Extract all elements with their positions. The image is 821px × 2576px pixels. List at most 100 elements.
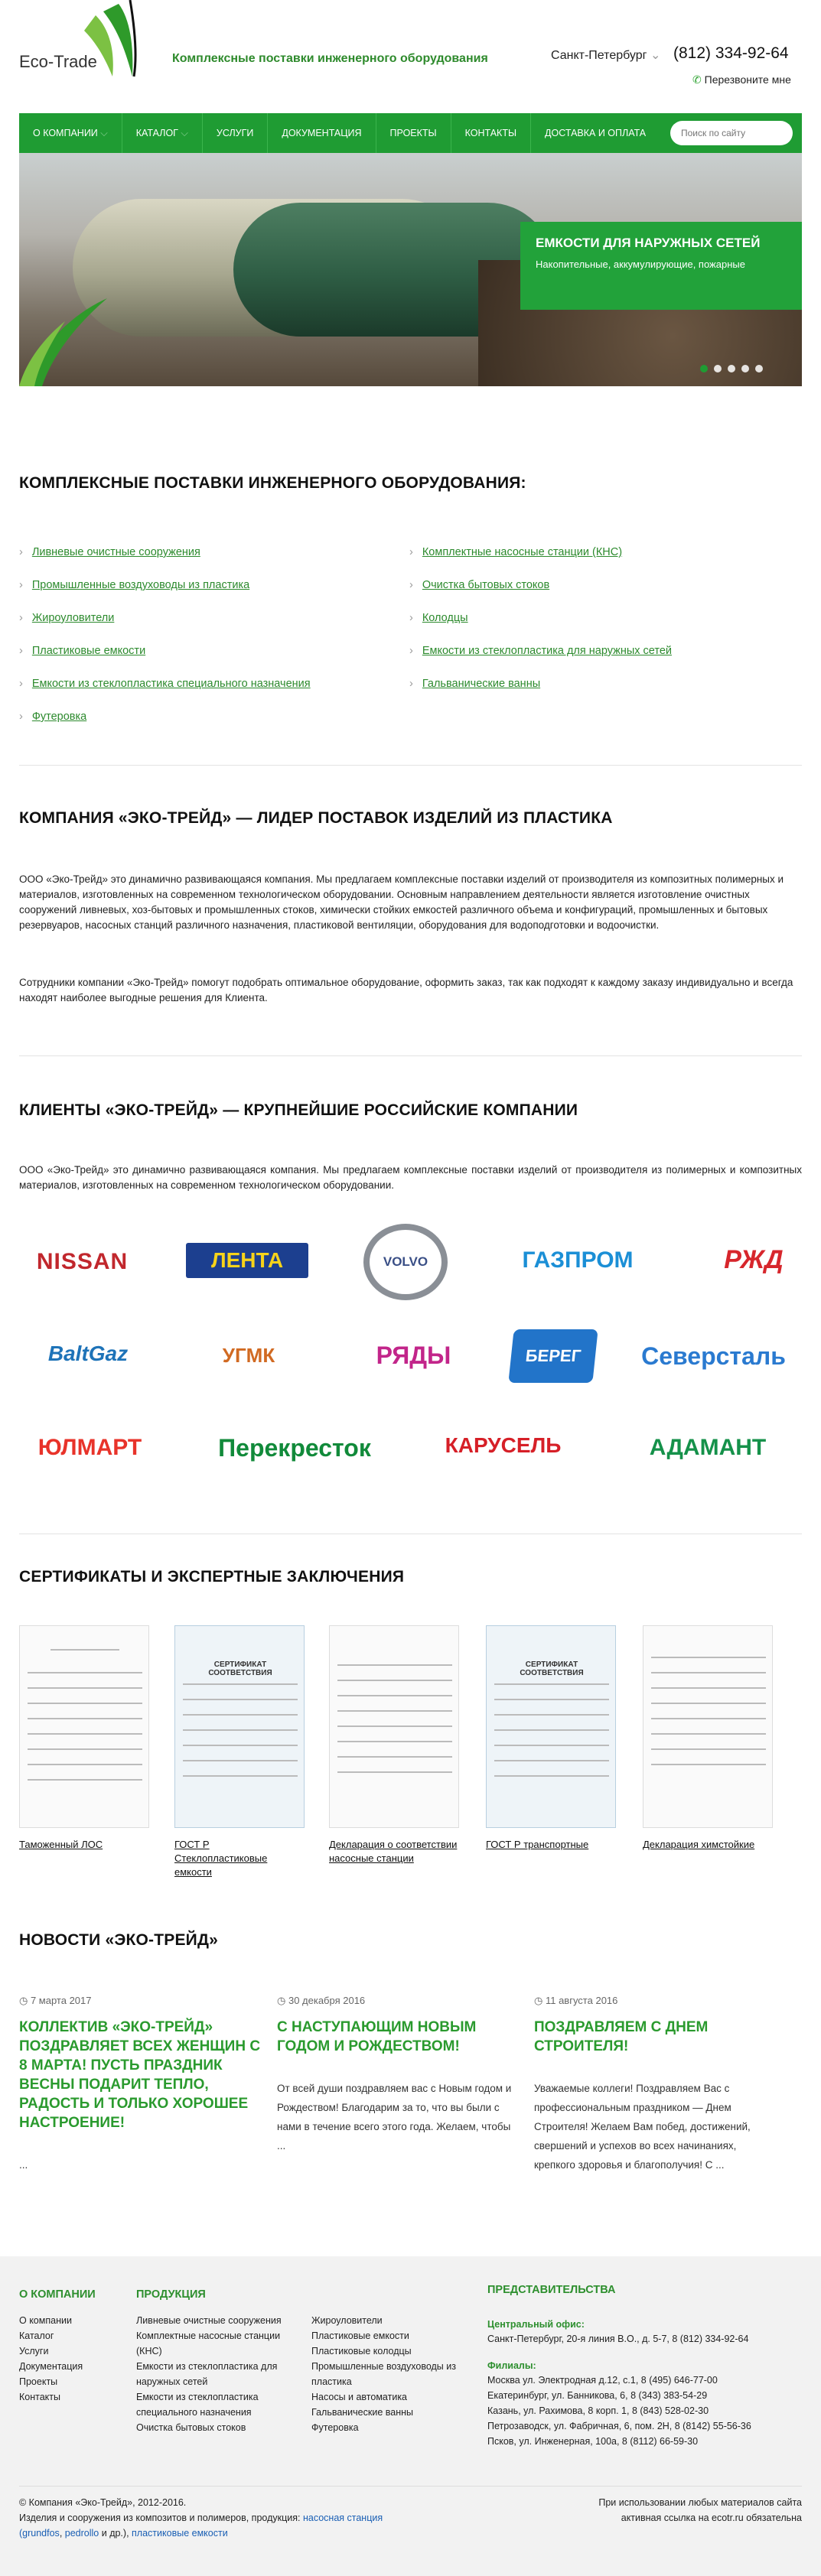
list-item[interactable]: Очистка бытовых стоков <box>409 580 672 613</box>
client-logo-lenta: ЛЕНТА <box>186 1243 308 1278</box>
footer-heading: ПРЕДСТАВИТЕЛЬСТВА <box>487 2284 616 2296</box>
footer-links-products-2: Жироуловители Пластиковые емкости Пласти… <box>311 2313 464 2435</box>
site-tagline: Комплексные поставки инженерного оборудо… <box>172 52 488 65</box>
footer-link[interactable]: (grundfos <box>19 2528 60 2539</box>
site-footer: О КОМПАНИИ О компании Каталог Услуги Док… <box>0 2256 821 2576</box>
certificate-image[interactable] <box>643 1625 773 1828</box>
hero-caption[interactable]: ЕМКОСТИ ДЛЯ НАРУЖНЫХ СЕТЕЙ Накопительные… <box>520 222 802 310</box>
nav-item-services[interactable]: УСЛУГИ <box>203 128 267 138</box>
certificate-link[interactable]: Декларация химстойкие <box>643 1838 773 1852</box>
list-item[interactable]: Колодцы <box>409 613 672 646</box>
certificate-image[interactable]: СЕРТИФИКАТ СООТВЕТСТВИЯ <box>486 1625 616 1828</box>
client-logo-adamant: АДАМАНТ <box>649 1435 767 1460</box>
list-item[interactable]: Жироуловители <box>19 613 311 646</box>
about-paragraph: Сотрудники компании «Эко-Трейд» помогут … <box>19 977 793 1003</box>
footer-heading: О КОМПАНИИ <box>19 2288 96 2301</box>
certs-heading: СЕРТИФИКАТЫ И ЭКСПЕРТНЫЕ ЗАКЛЮЧЕНИЯ <box>19 1568 405 1586</box>
client-logo-bereg: БЕРЕГ <box>508 1329 598 1383</box>
news-title[interactable]: С НАСТУПАЮЩИМ НОВЫМ ГОДОМ И РОЖДЕСТВОМ! <box>277 2018 522 2056</box>
footer-link[interactable]: Емкости из стеклопластика для наружных с… <box>136 2359 285 2389</box>
copyright: © Компания «Эко-Трейд», 2012-2016. <box>19 2497 187 2508</box>
header-phone[interactable]: (812) 334-92-64 <box>673 44 789 63</box>
footer-link[interactable]: Ливневые очистные сооружения <box>136 2313 285 2328</box>
nav-item-delivery[interactable]: ДОСТАВКА И ОПЛАТА <box>531 128 660 138</box>
list-item[interactable]: Пластиковые емкости <box>19 646 311 678</box>
news-date: ◷ 30 декабря 2016 <box>277 1995 366 2006</box>
footer-link[interactable]: Промышленные воздуховоды из пластика <box>311 2359 464 2389</box>
grass-decoration <box>19 298 107 386</box>
slider-dot[interactable] <box>741 365 749 372</box>
list-item[interactable]: Емкости из стеклопластика для наружных с… <box>409 646 672 678</box>
footer-link[interactable]: Каталог <box>19 2328 83 2343</box>
chevron-down-icon: ⌄ <box>650 49 661 62</box>
phone-icon: ✆ <box>692 73 702 86</box>
certificate-link[interactable]: Таможенный ЛОС <box>19 1838 149 1852</box>
footer-link[interactable]: насосная станция <box>303 2513 383 2523</box>
footer-link[interactable]: Пластиковые емкости <box>311 2328 464 2343</box>
logo-text: Eco-Trade <box>19 52 97 71</box>
footer-links-company: О компании Каталог Услуги Документация П… <box>19 2313 83 2405</box>
head-office-address: Санкт-Петербург, 20-я линия В.О., д. 5-7… <box>487 2334 749 2344</box>
footer-links-products: Ливневые очистные сооружения Комплектные… <box>136 2313 285 2435</box>
about-heading: КОМПАНИЯ «ЭКО-ТРЕЙД» — ЛИДЕР ПОСТАВОК ИЗ… <box>19 809 613 827</box>
footer-heading: ПРОДУКЦИЯ <box>136 2288 206 2301</box>
footer-link[interactable]: Документация <box>19 2359 83 2374</box>
footer-link[interactable]: Проекты <box>19 2374 83 2389</box>
list-item[interactable]: Ливневые очистные сооружения <box>19 547 311 580</box>
supply-list-right: Комплектные насосные станции (КНС) Очист… <box>409 547 672 711</box>
news-excerpt: Уважаемые коллеги! Поздравляем Вас с про… <box>534 2083 751 2171</box>
list-item[interactable]: Емкости из стеклопластика специального н… <box>19 678 311 711</box>
list-item[interactable]: Комплектные насосные станции (КНС) <box>409 547 672 580</box>
footer-link[interactable]: Футеровка <box>311 2420 464 2435</box>
search-input[interactable] <box>670 121 793 145</box>
footer-link[interactable]: pedrollo <box>65 2528 99 2539</box>
client-logo-severstal: Северсталь <box>641 1342 786 1370</box>
list-item[interactable]: Промышленные воздуховоды из пластика <box>19 580 311 613</box>
slider-dot[interactable] <box>700 365 708 372</box>
news-item: ◷ 11 августа 2016 ПОЗДРАВЛЯЕМ С ДНЕМ СТР… <box>534 1995 779 2174</box>
news-title[interactable]: КОЛЛЕКТИВ «ЭКО-ТРЕЙД» ПОЗДРАВЛЯЕТ ВСЕХ Ж… <box>19 2018 264 2132</box>
footer-link[interactable]: Контакты <box>19 2389 83 2405</box>
news-date: ◷ 11 августа 2016 <box>534 1995 618 2006</box>
nav-item-contacts[interactable]: КОНТАКТЫ <box>451 128 530 138</box>
news-heading: НОВОСТИ «ЭКО-ТРЕЙД» <box>19 1931 219 1949</box>
slider-dot[interactable] <box>728 365 735 372</box>
footer-link[interactable]: Услуги <box>19 2343 83 2359</box>
slider-dot[interactable] <box>714 365 722 372</box>
certificate-link[interactable]: Декларация о соответствии насосные станц… <box>329 1838 463 1865</box>
callback-link[interactable]: ✆ Перезвоните мне <box>692 73 791 86</box>
nav-item-projects[interactable]: ПРОЕКТЫ <box>376 128 451 138</box>
footer-link[interactable]: Гальванические ванны <box>311 2405 464 2420</box>
footer-link[interactable]: О компании <box>19 2313 83 2328</box>
certificate-image[interactable] <box>19 1625 149 1828</box>
footer-link[interactable]: Насосы и автоматика <box>311 2389 464 2405</box>
certificate-link[interactable]: ГОСТ Р Стеклопластиковые емкости <box>174 1838 305 1879</box>
client-logo-ryady: РЯДЫ <box>376 1342 451 1369</box>
list-item[interactable]: Гальванические ванны <box>409 678 672 711</box>
nav-item-catalog[interactable]: КАТАЛОГ ⌵ <box>122 128 202 139</box>
footer-link[interactable]: Жироуловители <box>311 2313 464 2328</box>
footer-link[interactable]: Очистка бытовых стоков <box>136 2420 285 2435</box>
supply-list-left: Ливневые очистные сооружения Промышленны… <box>19 547 311 744</box>
footer-link[interactable]: Комплектные насосные станции (КНС) <box>136 2328 285 2359</box>
hero-slider[interactable]: ЕМКОСТИ ДЛЯ НАРУЖНЫХ СЕТЕЙ Накопительные… <box>19 153 802 386</box>
footer-link[interactable]: Емкости из стеклопластика специального н… <box>136 2389 285 2420</box>
copy-notice: При использовании любых материалов сайта… <box>598 2497 802 2523</box>
client-logo-karusel: КАРУСЕЛЬ <box>445 1433 562 1457</box>
branches-list: Москва ул. Электродная д.12, с.1, 8 (495… <box>487 2375 751 2447</box>
hero-subtitle: Накопительные, аккумулирующие, пожарные <box>536 259 745 270</box>
footer-link[interactable]: пластиковые емкости <box>132 2528 228 2539</box>
clients-intro: ООО «Эко-Трейд» это динамично развивающа… <box>19 1164 802 1191</box>
slider-dot[interactable] <box>755 365 763 372</box>
certificate-image[interactable]: СЕРТИФИКАТ СООТВЕТСТВИЯ <box>174 1625 305 1828</box>
certificate-image[interactable] <box>329 1625 459 1828</box>
list-item[interactable]: Футеровка <box>19 711 311 744</box>
clock-icon: ◷ <box>277 1995 286 2006</box>
news-title[interactable]: ПОЗДРАВЛЯЕМ С ДНЕМ СТРОИТЕЛЯ! <box>534 2018 779 2056</box>
chevron-down-icon: ⌵ <box>181 127 188 138</box>
footer-link[interactable]: Пластиковые колодцы <box>311 2343 464 2359</box>
city-selector[interactable]: Санкт-Петербург ⌄ <box>551 47 660 63</box>
nav-item-about[interactable]: О КОМПАНИИ ⌵ <box>19 128 122 139</box>
nav-item-docs[interactable]: ДОКУМЕНТАЦИЯ <box>268 128 375 138</box>
certificate-link[interactable]: ГОСТ Р транспортные <box>486 1838 616 1852</box>
